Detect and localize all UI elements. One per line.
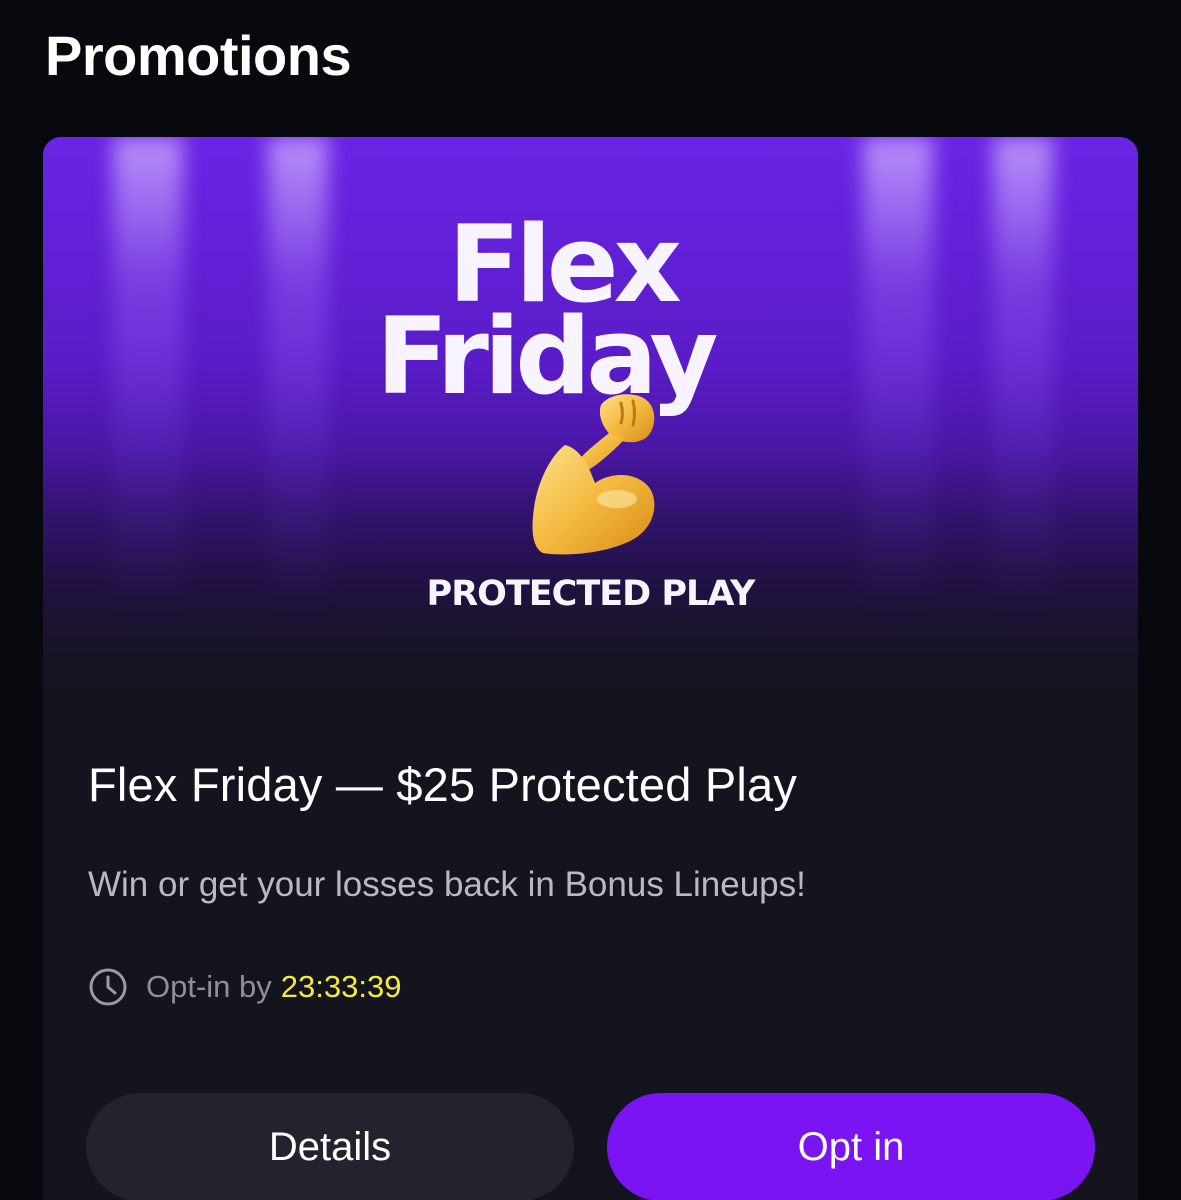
countdown-timer: 23:33:39 <box>280 969 402 1004</box>
light-streak <box>993 137 1053 617</box>
promotion-description: Win or get your losses back in Bonus Lin… <box>88 865 806 904</box>
optin-deadline: Opt-in by 23:33:39 <box>88 967 401 1007</box>
opt-in-button[interactable]: Opt in <box>607 1093 1095 1200</box>
promotion-title: Flex Friday — $25 Protected Play <box>88 758 798 811</box>
banner-subtitle: PROTECTED PLAY <box>426 574 756 614</box>
page-title: Promotions <box>45 24 352 87</box>
promotion-banner: Flex Friday PROTECTED PLAY <box>43 137 1138 697</box>
promotion-card[interactable]: Flex Friday PROTECTED PLAY Flex Friday —… <box>43 137 1138 1200</box>
flexed-biceps-icon <box>532 394 655 555</box>
optin-label: Opt-in by <box>146 969 272 1004</box>
details-button[interactable]: Details <box>86 1093 574 1200</box>
banner-headline: Flex Friday <box>376 212 816 410</box>
light-streak <box>113 137 183 617</box>
clock-icon <box>89 968 127 1006</box>
light-streak <box>268 137 328 617</box>
light-streak <box>863 137 933 617</box>
